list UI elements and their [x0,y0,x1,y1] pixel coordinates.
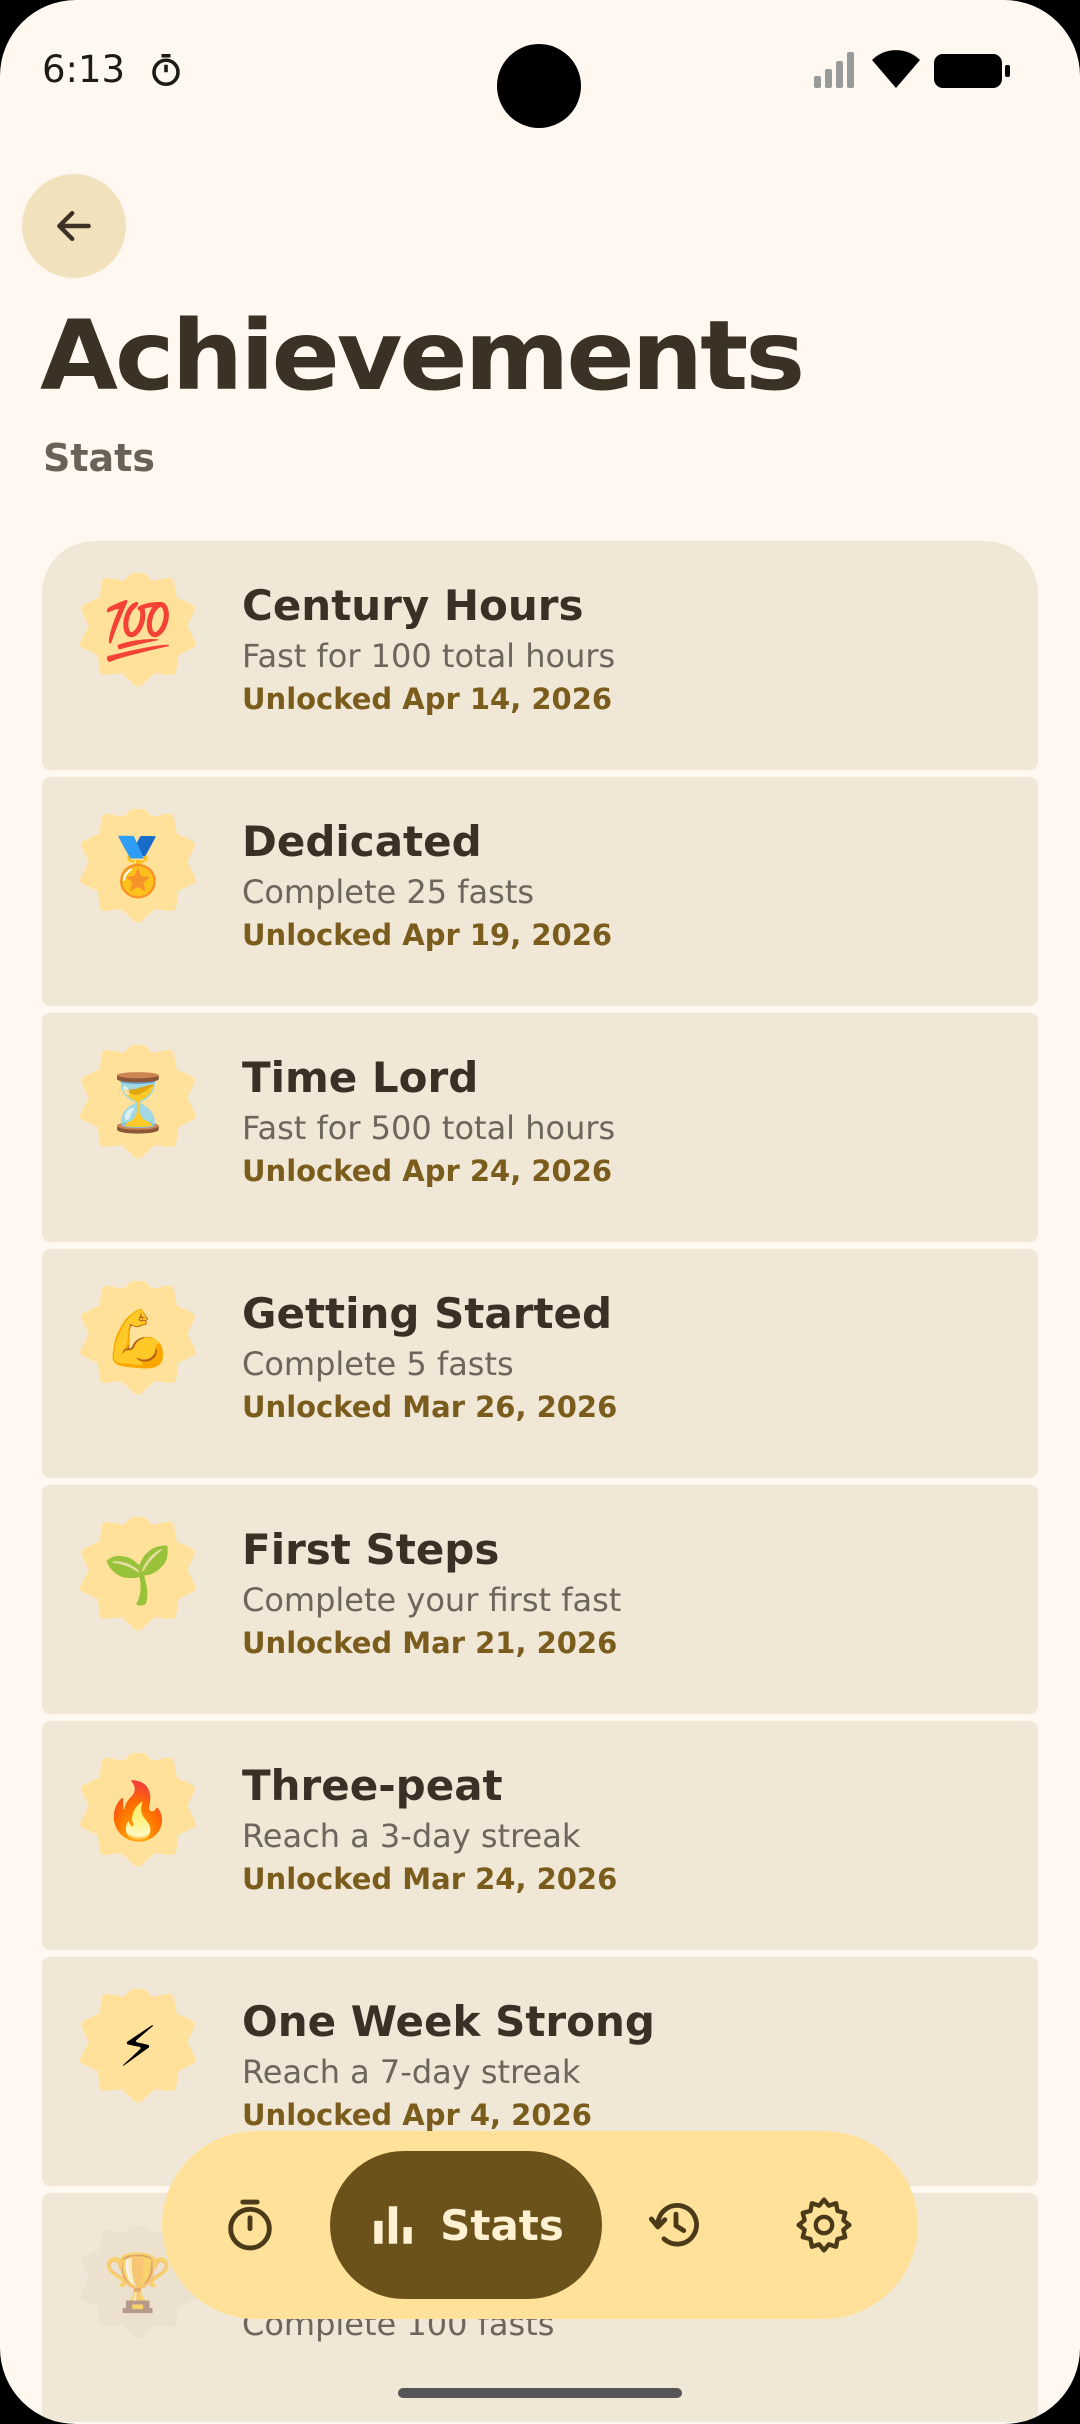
achievement-badge: 🌱 [80,1517,196,1633]
achievement-card[interactable]: 💪 Getting Started Complete 5 fasts Unloc… [42,1249,1038,1478]
achievement-card[interactable]: ⏳ Time Lord Fast for 500 total hours Unl… [42,1013,1038,1242]
achievement-unlocked-date: Unlocked Apr 14, 2026 [242,682,613,716]
achievement-unlocked-date: Unlocked Apr 4, 2026 [242,2098,592,2132]
achievement-title: One Week Strong [242,1997,655,2046]
achievement-unlocked-date: Unlocked Mar 26, 2026 [242,1390,618,1424]
achievement-unlocked-date: Unlocked Mar 24, 2026 [242,1862,618,1896]
seedling-icon: 🌱 [103,1543,173,1608]
nav-timer[interactable] [210,2185,290,2265]
stopwatch-icon [152,53,180,87]
achievement-description: Reach a 7-day streak [242,2053,581,2091]
achievement-badge: 💪 [80,1281,196,1397]
achievement-title: Century Hours [242,581,584,630]
achievement-badge: ⚡ [80,1989,196,2105]
achievement-description: Fast for 500 total hours [242,1109,616,1147]
nav-stats-label: Stats [440,2200,564,2250]
achievement-card[interactable]: 🌱 First Steps Complete your first fast U… [42,1485,1038,1714]
achievement-description: Reach a 3-day streak [242,1817,581,1855]
back-button[interactable] [22,174,126,278]
status-bar: 6:13 [0,0,1080,140]
camera-cutout [497,44,581,128]
nav-settings[interactable] [784,2185,864,2265]
achievement-card[interactable]: 🏅 Dedicated Complete 25 fasts Unlocked A… [42,777,1038,1006]
lightning-icon: ⚡ [118,2014,158,2080]
achievement-badge: 🏅 [80,809,196,925]
page-title: Achievements [40,300,805,412]
medal-icon: 🏅 [103,835,173,900]
achievement-title: First Steps [242,1525,500,1574]
flexed-biceps-icon: 💪 [103,1307,173,1372]
achievement-badge: 🔥 [80,1753,196,1869]
nav-stats[interactable]: Stats [330,2151,602,2299]
achievement-title: Time Lord [242,1053,479,1102]
fire-icon: 🔥 [103,1779,173,1844]
achievement-unlocked-date: Unlocked Apr 24, 2026 [242,1154,613,1188]
bar-chart-icon [374,2206,412,2244]
achievement-description: Fast for 100 total hours [242,637,616,675]
achievement-description: Complete 5 fasts [242,1345,514,1383]
signal-icon [814,52,854,88]
achievement-badge: 💯 [80,573,196,689]
battery-icon [934,54,1010,88]
achievement-unlocked-date: Unlocked Mar 21, 2026 [242,1626,618,1660]
home-indicator[interactable] [398,2388,682,2398]
achievement-title: Dedicated [242,817,482,866]
achievement-title: Three-peat [242,1761,503,1810]
achievement-title: Getting Started [242,1289,613,1338]
hourglass-icon: ⏳ [103,1071,173,1136]
bottom-navigation: Stats [162,2131,918,2319]
screen: 6:13 Achievements Stats 💯 Century Hours … [0,0,1080,2424]
timer-icon [228,2199,272,2251]
hundred-points-icon: 💯 [103,599,173,664]
achievement-unlocked-date: Unlocked Apr 19, 2026 [242,918,613,952]
achievement-description: Complete 25 fasts [242,873,535,911]
page-subtitle: Stats [43,436,155,480]
status-time: 6:13 [42,48,126,91]
wifi-icon [872,50,920,88]
nav-history[interactable] [636,2185,716,2265]
achievement-card[interactable]: 💯 Century Hours Fast for 100 total hours… [42,541,1038,770]
gear-icon [796,2197,852,2253]
arrow-back-icon [57,210,91,242]
achievement-badge: ⏳ [80,1045,196,1161]
achievement-description: Complete your first fast [242,1581,622,1619]
achievement-card[interactable]: 🔥 Three-peat Reach a 3-day streak Unlock… [42,1721,1038,1950]
history-icon [648,2203,699,2247]
